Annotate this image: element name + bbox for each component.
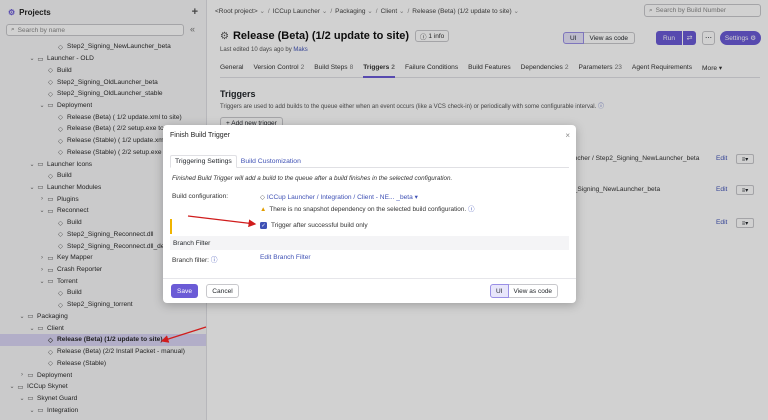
branch-filter-label: Branch filter: ⓘ: [172, 254, 217, 264]
dialog-view-toggle: UI View as code: [490, 284, 559, 298]
chevron-down-icon: ▾: [414, 194, 418, 201]
ui-view-button[interactable]: UI: [490, 284, 509, 298]
view-as-code-button[interactable]: View as code: [508, 284, 559, 298]
snapshot-warning: ▲ There is no snapshot dependency on the …: [260, 204, 475, 213]
checkbox-label: Trigger after successful build only: [271, 222, 368, 229]
successful-build-only-checkbox[interactable]: ✓ Trigger after successful build only: [260, 222, 368, 229]
branch-filter-label-text: Branch filter:: [172, 257, 210, 264]
tab-triggering-settings[interactable]: Triggering Settings: [170, 155, 237, 168]
finish-build-trigger-dialog: Finish Build Trigger × Triggering Settin…: [163, 125, 576, 303]
tab-build-customization[interactable]: Build Customization: [237, 155, 305, 168]
highlight-bar: [170, 219, 172, 234]
branch-filter-header: Branch Filter: [170, 236, 569, 250]
close-icon[interactable]: ×: [565, 131, 570, 140]
edit-branch-filter-link[interactable]: Edit Branch Filter: [260, 254, 311, 261]
help-icon[interactable]: ⓘ: [211, 257, 218, 264]
save-button[interactable]: Save: [171, 284, 198, 298]
diamond-icon: ◇: [260, 194, 266, 201]
dialog-footer: Save Cancel UI View as code: [163, 278, 576, 303]
build-config-select[interactable]: ◇ ICCup Launcher / Integration / Client …: [260, 193, 418, 201]
cancel-button[interactable]: Cancel: [206, 284, 239, 298]
warning-icon: ▲: [260, 206, 267, 213]
build-config-value: ICCup Launcher / Integration / Client - …: [266, 194, 413, 201]
help-icon[interactable]: ⓘ: [468, 206, 474, 213]
checkbox-checked-icon[interactable]: ✓: [260, 222, 267, 229]
warning-text: There is no snapshot dependency on the s…: [269, 206, 467, 213]
dialog-title: Finish Build Trigger: [170, 132, 230, 139]
dialog-description: Finished Build Trigger will add a build …: [172, 175, 453, 182]
dialog-tabs: Triggering Settings Build Customization: [170, 155, 569, 168]
build-config-label: Build configuration:: [172, 193, 229, 200]
